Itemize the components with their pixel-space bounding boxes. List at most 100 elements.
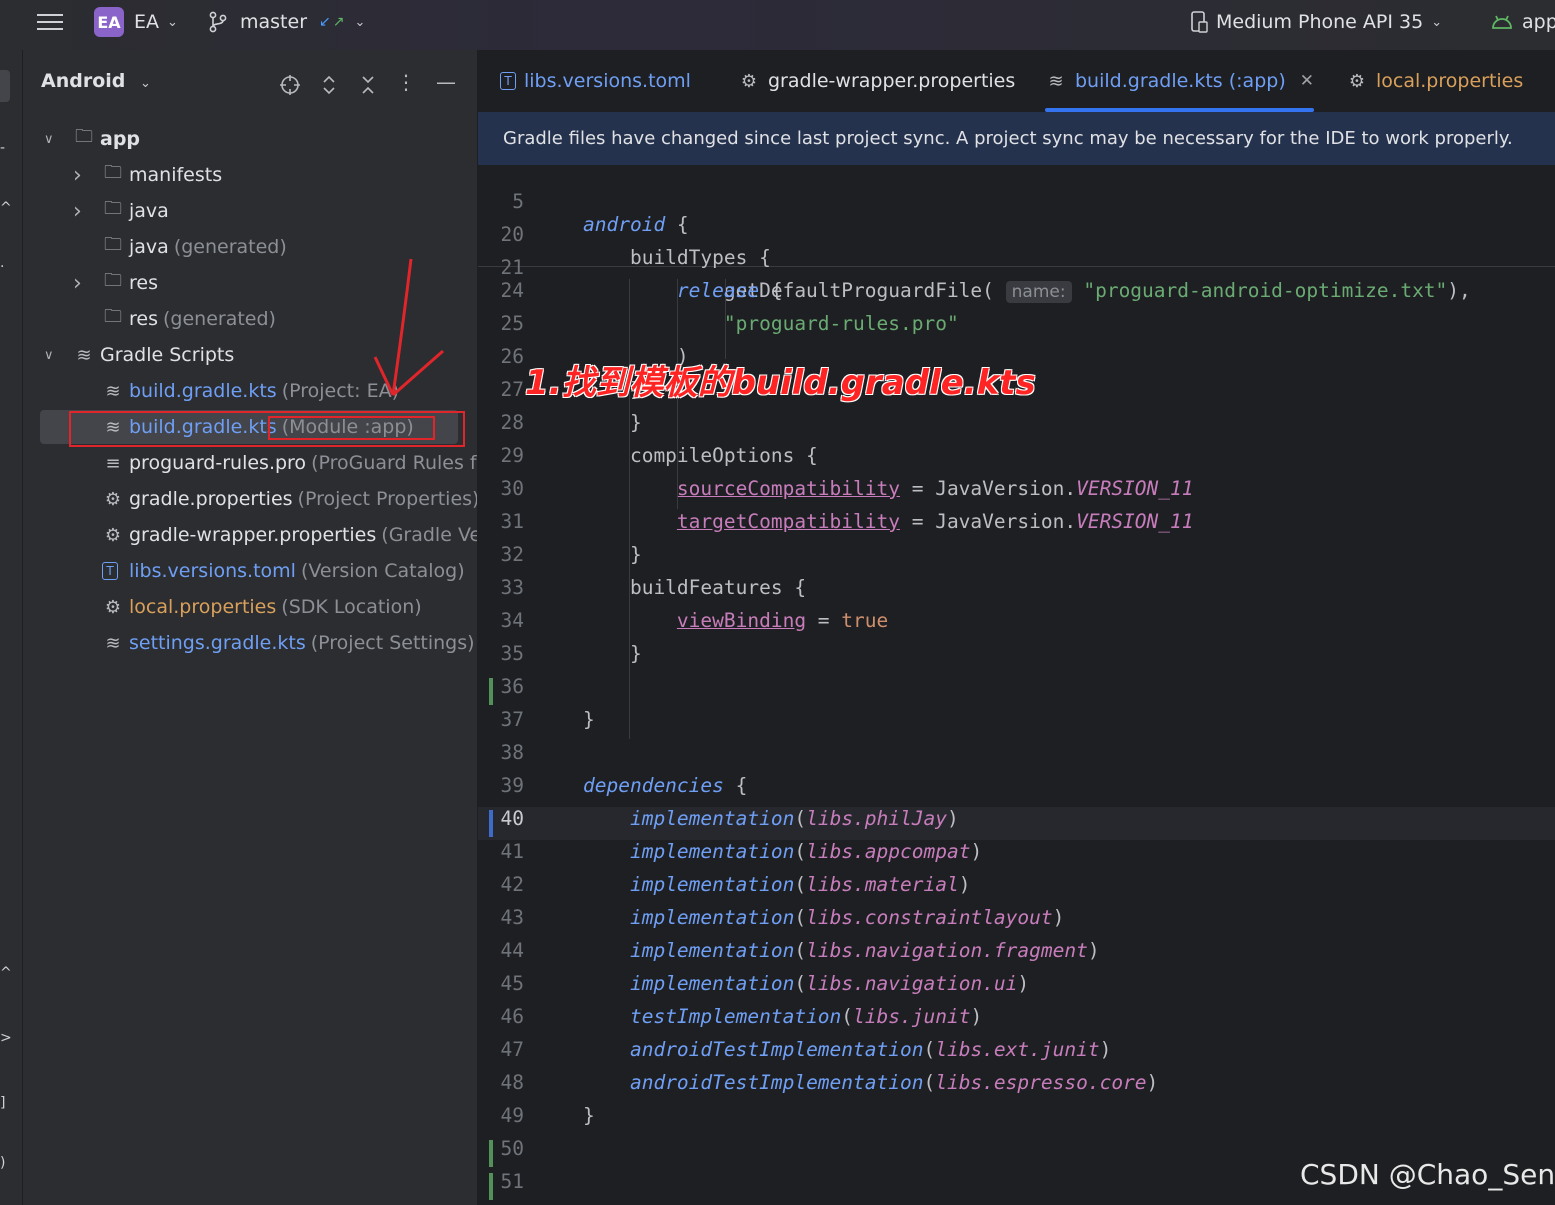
code-text: sourceCompatibility = JavaVersion.VERSIO… [676, 477, 1194, 500]
chevron-down-icon: ⌄ [167, 14, 178, 30]
line-number: 27 [500, 378, 524, 401]
code-line[interactable]: 45 implementation(libs.navigation.ui) [478, 972, 1555, 1005]
more-options-icon[interactable]: ⋮ [394, 70, 418, 94]
run-config-selector[interactable]: app [1490, 0, 1555, 44]
title-bar: EA EA ⌄ master ↙↗ ⌄ Medium Phone API 35 … [0, 0, 1555, 51]
editor-tab-bar: T libs.versions.toml ⚙ gradle-wrapper.pr… [478, 50, 1555, 113]
code-line[interactable]: 43 implementation(libs.constraintlayout) [478, 906, 1555, 939]
code-line[interactable]: 48 androidTestImplementation(libs.espres… [478, 1071, 1555, 1104]
code-line[interactable]: 49} [478, 1104, 1555, 1137]
code-line[interactable]: 38 [478, 741, 1555, 774]
vcs-sync-arrows-icon: ↙↗ [319, 14, 347, 30]
line-number: 29 [500, 444, 524, 467]
sticky-line: 5 android { [478, 167, 1555, 236]
code-line[interactable]: 30 sourceCompatibility = JavaVersion.VER… [478, 477, 1555, 510]
annotation-caption: 1.找到模板的build.gradle.kts [525, 363, 1036, 403]
code-line[interactable]: 37} [478, 708, 1555, 741]
chevron-right-icon[interactable]: › [73, 271, 82, 296]
terminal-tool-icon[interactable]: ] [0, 1095, 10, 1111]
project-panel: Android ⌄ ⋮ — ∨ 🗀 app › 🗀 manifests › 🗀 java 🗀 jav… [23, 50, 477, 1205]
commit-tool-icon[interactable]: - [0, 140, 10, 156]
code-line[interactable]: 40 implementation(libs.philJay) [478, 807, 1555, 840]
code-line[interactable]: 29 compileOptions { [478, 444, 1555, 477]
tree-item[interactable]: ≡ proguard-rules.pro(ProGuard Rules for " [23, 446, 477, 480]
code-editor[interactable]: 5 android { 20 buildTypes { 21 release {… [478, 165, 1555, 1205]
chevron-down-icon[interactable]: ∨ [44, 132, 54, 147]
code-line[interactable]: 39 dependencies { [478, 774, 1555, 807]
tree-item[interactable]: ∨ 🗀 app [23, 122, 477, 156]
code-line[interactable]: 31 targetCompatibility = JavaVersion.VER… [478, 510, 1555, 543]
code-line[interactable]: 34 viewBinding = true [478, 609, 1555, 642]
code-line[interactable]: 47 androidTestImplementation(libs.ext.ju… [478, 1038, 1555, 1071]
project-view-selector[interactable]: Android ⌄ [41, 70, 151, 92]
tab-gradle-wrapper-properties[interactable]: ⚙ gradle-wrapper.properties [738, 50, 1015, 112]
line-number: 46 [500, 1005, 524, 1028]
tab-label: local.properties [1376, 70, 1524, 92]
tool-window-strip: - ^ . ^ > ] ) [0, 50, 23, 1205]
hide-panel-icon[interactable]: — [434, 70, 458, 94]
tree-item[interactable]: ≋ settings.gradle.kts (Project Settings) [23, 626, 477, 660]
code-text: implementation(libs.navigation.ui) [629, 972, 1030, 995]
project-switcher[interactable]: EA EA ⌄ [94, 0, 178, 44]
tree-item-label: java [129, 200, 169, 222]
tree-item-label: build.gradle.kts (Project: EA) [129, 380, 399, 402]
tree-item-label: app [100, 128, 141, 150]
code-line[interactable]: 28 } [478, 411, 1555, 444]
project-tool-icon[interactable] [0, 70, 10, 102]
tree-item[interactable]: ⚙ local.properties (SDK Location) [23, 590, 477, 624]
tree-item[interactable]: › 🗀 manifests [23, 158, 477, 192]
code-text: dependencies { [583, 774, 748, 797]
tree-item[interactable]: › 🗀 java [23, 194, 477, 228]
collapse-all-icon[interactable] [356, 73, 380, 97]
gradle-kts-icon: ≋ [105, 632, 121, 654]
annotation-highlight-box-inner [268, 416, 435, 440]
code-line[interactable]: 33 buildFeatures { [478, 576, 1555, 609]
line-number: 48 [500, 1071, 524, 1094]
code-line[interactable]: 25 "proguard-rules.pro" [478, 312, 1555, 345]
run-tool-icon[interactable]: > [0, 1030, 12, 1046]
code-line[interactable]: 32 } [478, 543, 1555, 576]
tree-item-hint: (ProGuard Rules for " [311, 452, 477, 474]
tab-build-gradle-kts-app[interactable]: ≋ build.gradle.kts (:app) ✕ [1045, 50, 1314, 112]
chevron-down-icon[interactable]: ∨ [44, 348, 54, 363]
tree-item[interactable]: Tlibs.versions.toml (Version Catalog) [23, 554, 477, 588]
gear-icon: ⚙ [1348, 70, 1366, 92]
locate-file-icon[interactable] [278, 73, 302, 97]
project-name: EA [134, 11, 160, 33]
vcs-tool-icon[interactable]: ^ [0, 200, 12, 216]
line-number: 37 [500, 708, 524, 731]
line-number: 30 [500, 477, 524, 500]
tree-item-hint: (Version Catalog) [300, 560, 465, 582]
structure-tool-icon[interactable]: . [0, 255, 10, 271]
code-line[interactable]: 36 [478, 675, 1555, 708]
code-text: release { [676, 279, 783, 302]
line-number: 41 [500, 840, 524, 863]
tab-local-properties[interactable]: ⚙ local.properties [1346, 50, 1523, 112]
chevron-down-icon: ⌄ [354, 14, 366, 30]
code-line[interactable]: 44 implementation(libs.navigation.fragme… [478, 939, 1555, 972]
code-text: implementation(libs.philJay) [629, 807, 959, 830]
device-selector[interactable]: Medium Phone API 35 ⌄ [1190, 0, 1442, 44]
code-line[interactable]: 35 } [478, 642, 1555, 675]
expand-all-icon[interactable] [317, 73, 341, 97]
chevron-right-icon[interactable]: › [73, 199, 82, 224]
chevron-right-icon[interactable]: › [73, 163, 82, 188]
gradle-icon: ≋ [76, 344, 92, 366]
code-text: implementation(libs.constraintlayout) [629, 906, 1065, 929]
tree-item-label: gradle-wrapper.properties(Gradle Versio [129, 524, 477, 546]
close-icon[interactable]: ✕ [1300, 71, 1314, 91]
tree-item[interactable]: ⚙ gradle-wrapper.properties(Gradle Versio [23, 518, 477, 552]
problems-tool-icon[interactable]: ) [0, 1155, 10, 1171]
code-line[interactable]: 41 implementation(libs.appcompat) [478, 840, 1555, 873]
line-number: 50 [500, 1137, 524, 1160]
vcs-branch-widget[interactable]: master ↙↗ ⌄ [208, 0, 365, 44]
code-line[interactable]: 42 implementation(libs.material) [478, 873, 1555, 906]
project-view-label: Android [41, 70, 126, 92]
main-menu-button[interactable] [36, 0, 64, 44]
tab-libs-versions-toml[interactable]: T libs.versions.toml [500, 50, 691, 112]
build-tool-icon[interactable]: ^ [0, 965, 12, 981]
tree-item[interactable]: ⚙ gradle.properties (Project Properties) [23, 482, 477, 516]
line-number: 32 [500, 543, 524, 566]
code-line[interactable]: 46 testImplementation(libs.junit) [478, 1005, 1555, 1038]
tab-label: build.gradle.kts (:app) [1075, 70, 1286, 92]
